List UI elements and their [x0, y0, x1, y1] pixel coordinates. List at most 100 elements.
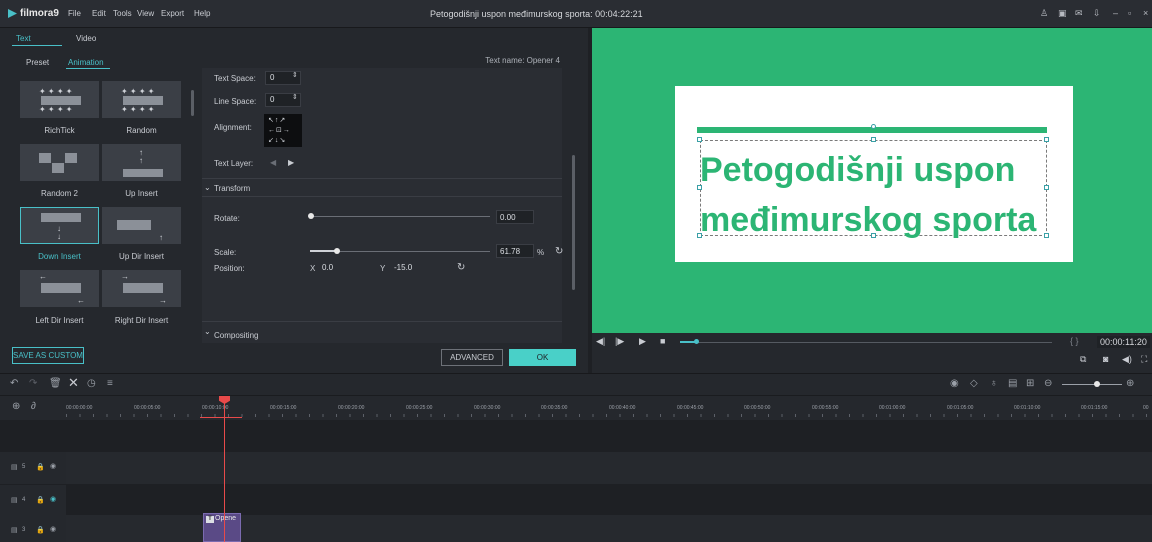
- animation-thumb-left-dir-insert[interactable]: ← ←: [20, 270, 99, 307]
- adjust-icon[interactable]: ≡: [107, 378, 113, 389]
- download-icon[interactable]: ⇩: [1093, 8, 1101, 19]
- animation-thumb-up-dir-insert[interactable]: ↑: [102, 207, 181, 244]
- render-icon[interactable]: ◉: [950, 378, 959, 389]
- voiceover-icon[interactable]: ▤: [1008, 378, 1017, 389]
- playback-progress-track[interactable]: [680, 342, 1052, 343]
- animation-label-down-insert: Down Insert: [38, 252, 81, 261]
- tab-video[interactable]: Video: [76, 34, 96, 43]
- snapshot-icon[interactable]: ◙: [1103, 354, 1108, 364]
- track-visibility-icon[interactable]: ◉: [50, 525, 56, 533]
- animation-list-scrollbar[interactable]: [191, 90, 194, 116]
- animation-thumb-random-2[interactable]: [20, 144, 99, 181]
- menu-export[interactable]: Export: [161, 9, 184, 18]
- text-space-stepper-icon[interactable]: ⇕: [292, 71, 298, 79]
- track-visibility-icon[interactable]: ◉: [50, 462, 56, 470]
- position-reset-icon[interactable]: ↻: [457, 262, 465, 273]
- menu-tools[interactable]: Tools: [113, 9, 132, 18]
- position-x-input[interactable]: 0.0: [318, 260, 358, 274]
- resize-handle[interactable]: [697, 137, 702, 142]
- settings-scrollbar[interactable]: [572, 155, 575, 290]
- animation-thumb-random[interactable]: ✦ ✦ ✦ ✦ ✦ ✦ ✦ ✦: [102, 81, 181, 118]
- track-lock-icon[interactable]: 🔒: [36, 463, 45, 471]
- maximize-icon[interactable]: ▫: [1128, 8, 1131, 18]
- transform-header[interactable]: Transform: [214, 184, 250, 193]
- render-preview-icon[interactable]: ⧉: [1080, 354, 1086, 365]
- ruler-tick: 00: [1143, 405, 1149, 411]
- menu-view[interactable]: View: [137, 9, 154, 18]
- delete-icon[interactable]: 🗑: [49, 378, 62, 389]
- compositing-header[interactable]: Compositing: [214, 331, 258, 340]
- undo-icon[interactable]: ↶: [10, 378, 18, 389]
- rotate-slider-knob[interactable]: [308, 213, 314, 219]
- animation-label-right-dir-insert: Right Dir Insert: [114, 316, 169, 325]
- account-icon[interactable]: ♙: [1040, 8, 1048, 19]
- rotate-value-input[interactable]: 0.00: [496, 210, 534, 224]
- scale-slider-knob[interactable]: [334, 248, 340, 254]
- menu-help[interactable]: Help: [194, 9, 210, 18]
- ok-button[interactable]: OK: [509, 349, 576, 366]
- rotate-slider-track[interactable]: [310, 216, 490, 217]
- track-row-5[interactable]: [66, 452, 1152, 484]
- track-visibility-icon[interactable]: ◉: [50, 495, 56, 503]
- menu-edit[interactable]: Edit: [92, 9, 106, 18]
- link-icon[interactable]: ∂: [31, 401, 36, 412]
- alignment-grid-icon[interactable]: ↖↑↗ ←⊡→ ↙↓↘: [264, 114, 302, 147]
- text-layer-prev-icon[interactable]: ◀: [270, 158, 276, 167]
- play-icon[interactable]: ▶: [639, 336, 646, 347]
- advanced-button[interactable]: ADVANCED: [441, 349, 503, 366]
- track-lock-icon[interactable]: 🔒: [36, 496, 45, 504]
- playhead-line[interactable]: [224, 397, 225, 542]
- filmora-window: filmora9 File Edit Tools View Export Hel…: [0, 0, 1152, 542]
- save-as-custom-button[interactable]: SAVE AS CUSTOM: [12, 347, 84, 364]
- position-label: Position:: [214, 264, 245, 273]
- mail-icon[interactable]: ✉: [1075, 8, 1083, 19]
- ruler-tick: 00:00:25:00: [406, 405, 433, 411]
- compositing-collapse-icon[interactable]: ⌄: [204, 327, 211, 336]
- close-icon[interactable]: ×: [1143, 8, 1148, 18]
- transform-collapse-icon[interactable]: ⌄: [204, 183, 211, 192]
- redo-icon[interactable]: ↷: [29, 378, 37, 389]
- resize-handle[interactable]: [871, 137, 876, 142]
- zoom-slider-track[interactable]: [1062, 384, 1122, 385]
- resize-handle[interactable]: [1044, 137, 1049, 142]
- preview-title-line-2: međimurskog sporta: [700, 201, 1037, 239]
- cut-icon[interactable]: ✕: [68, 375, 79, 391]
- save-icon[interactable]: ▣: [1058, 8, 1067, 19]
- volume-icon[interactable]: ◀): [1122, 354, 1132, 365]
- speed-icon[interactable]: ◷: [87, 378, 96, 389]
- fullscreen-icon[interactable]: ⛶: [1141, 354, 1147, 365]
- text-layer-next-icon[interactable]: ▶: [288, 158, 294, 167]
- mark-in-out-icon[interactable]: { }: [1070, 336, 1079, 346]
- zoom-slider-knob[interactable]: [1094, 381, 1100, 387]
- playback-progress-knob[interactable]: [694, 339, 699, 344]
- animation-thumb-up-insert[interactable]: ↑ ↑: [102, 144, 181, 181]
- scale-value-input[interactable]: 61.78: [496, 244, 534, 258]
- marker-icon[interactable]: ◇: [970, 378, 978, 389]
- rotate-handle[interactable]: [871, 124, 876, 129]
- zoom-out-icon[interactable]: ⊖: [1044, 378, 1052, 389]
- step-back-icon[interactable]: ◀|: [596, 336, 605, 347]
- mic-icon[interactable]: ♁: [990, 378, 998, 389]
- ruler-tick: 00:00:55:00: [812, 405, 839, 411]
- line-space-stepper-icon[interactable]: ⇕: [292, 93, 298, 101]
- position-y-input[interactable]: -15.0: [390, 260, 430, 274]
- stop-icon[interactable]: ■: [660, 336, 665, 346]
- animation-thumb-down-insert[interactable]: ↓ ↓: [20, 207, 99, 244]
- split-screen-icon[interactable]: ⊞: [1026, 378, 1034, 389]
- subtab-preset[interactable]: Preset: [26, 58, 49, 67]
- subtab-animation[interactable]: Animation: [68, 58, 104, 67]
- zoom-in-icon[interactable]: ⊕: [1126, 378, 1134, 389]
- animation-thumb-right-dir-insert[interactable]: → →: [102, 270, 181, 307]
- window-title: Petogodišnji uspon međimurskog sporta: 0…: [430, 9, 643, 19]
- ruler-tick: 00:01:00:00: [879, 405, 906, 411]
- add-track-icon[interactable]: ⊕: [12, 401, 20, 412]
- track-lock-icon[interactable]: 🔒: [36, 526, 45, 534]
- minimize-icon[interactable]: –: [1113, 8, 1118, 18]
- tab-text[interactable]: Text: [16, 34, 31, 43]
- step-forward-icon[interactable]: |▶: [615, 336, 624, 347]
- menu-file[interactable]: File: [68, 9, 81, 18]
- animation-label-random: Random: [126, 126, 157, 135]
- track-number: 5: [22, 464, 26, 470]
- scale-reset-icon[interactable]: ↻: [555, 246, 563, 257]
- animation-thumb-richtick[interactable]: ✦ ✦ ✦ ✦ ✦ ✦ ✦ ✦: [20, 81, 99, 118]
